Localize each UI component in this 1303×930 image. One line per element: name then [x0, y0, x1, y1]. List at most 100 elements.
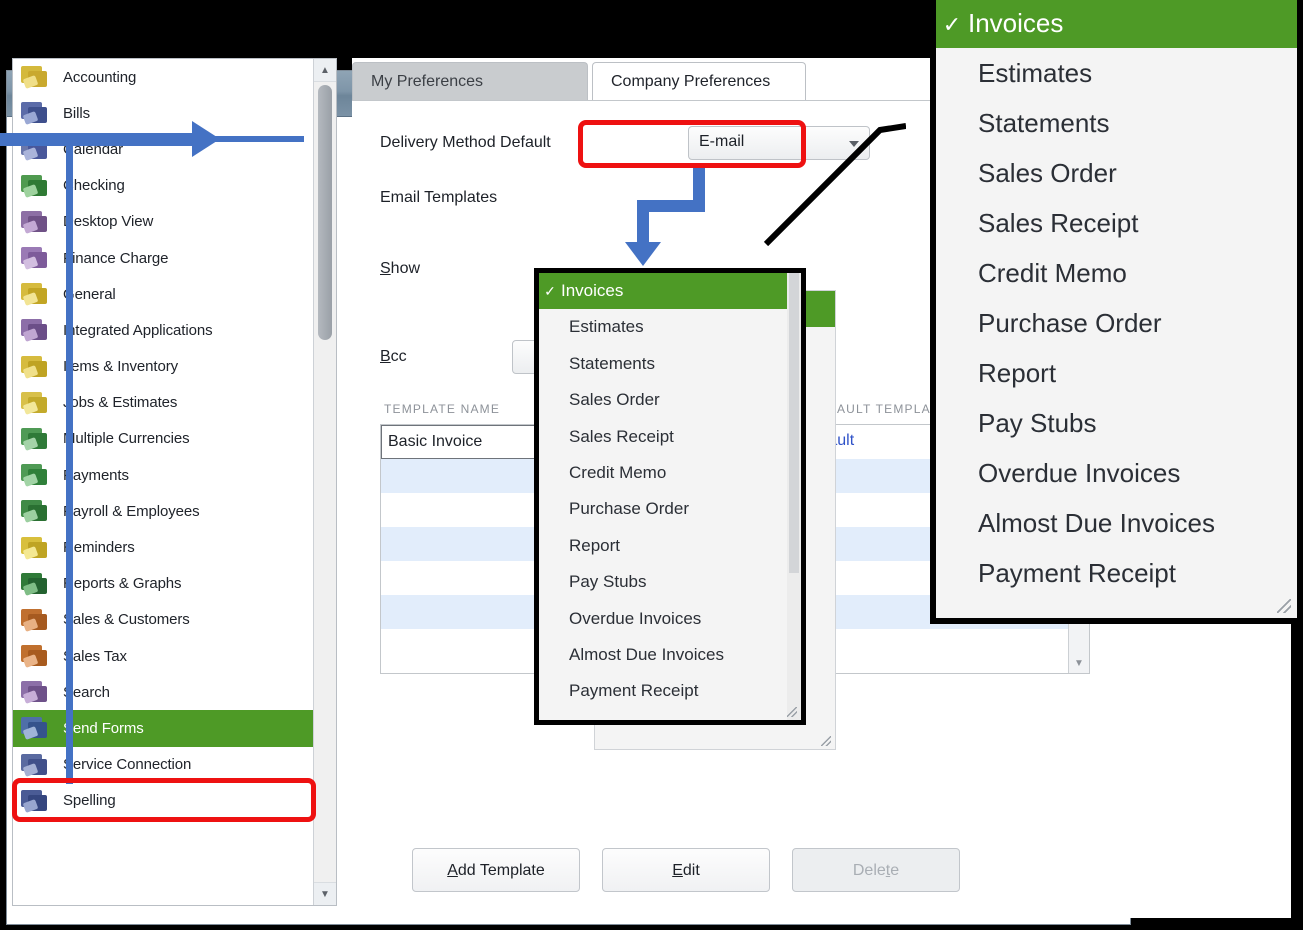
sidebar-accent-line: [66, 136, 73, 784]
dropdown-item-purchase-order[interactable]: Purchase Order: [539, 491, 801, 527]
templates-grid-scroll-down-icon[interactable]: ▼: [1069, 653, 1089, 673]
sidebar-item-label: Reminders: [63, 539, 135, 557]
delete-button[interactable]: Delete: [792, 848, 960, 892]
reports-graphs-icon: [19, 570, 51, 598]
sidebar-item-label: Service Connection: [63, 756, 192, 774]
jobs-estimates-icon: [19, 389, 51, 417]
sidebar-item-label: Integrated Applications: [63, 321, 213, 339]
payroll-employees-icon: [19, 497, 51, 525]
sidebar-scroll-down-icon[interactable]: ▼: [314, 882, 336, 905]
sidebar-item-label: Desktop View: [63, 213, 154, 231]
dropdown-magnified-item-statements[interactable]: Statements: [936, 98, 1297, 148]
dropdown-scroll-thumb[interactable]: [789, 273, 799, 573]
email-templates-dropdown[interactable]: ✓ Invoices Estimates Statements Sales Order S…: [534, 268, 806, 725]
dropdown-item-label: Invoices: [968, 8, 1064, 38]
dropdown-item-invoices[interactable]: ✓ Invoices: [539, 273, 801, 310]
show-label: Show: [380, 260, 421, 277]
dropdown-magnified-item-pay-stubs[interactable]: Pay Stubs: [936, 398, 1297, 448]
check-icon: ✓: [544, 283, 556, 299]
dropdown-item-estimates[interactable]: Estimates: [539, 309, 801, 345]
dropdown-item-almost-due-invoices[interactable]: Almost Due Invoices: [539, 637, 801, 673]
spelling-icon: [19, 787, 51, 815]
dropdown-item-overdue-invoices[interactable]: Overdue Invoices: [539, 601, 801, 637]
annotation-arrow-tab-shaft: [0, 133, 196, 146]
edit-button[interactable]: Edit: [602, 848, 770, 892]
finance-charge-icon: [19, 244, 51, 272]
dropdown-item-credit-memo[interactable]: Credit Memo: [539, 455, 801, 491]
dropdown-items: ✓ Invoices Estimates Statements Sales Order S…: [539, 273, 801, 710]
resize-grip-icon[interactable]: [821, 736, 831, 746]
sidebar-item-send-forms[interactable]: Send Forms: [13, 710, 336, 747]
dropdown-magnified-item-payment-receipt[interactable]: Payment Receipt: [936, 548, 1297, 598]
dropdown-magnified-item-credit-memo[interactable]: Credit Memo: [936, 248, 1297, 298]
desktop-view-icon: [19, 208, 51, 236]
add-template-button[interactable]: Add Template: [412, 848, 580, 892]
sidebar-item-search[interactable]: Search: [13, 674, 336, 710]
search-icon: [19, 678, 51, 706]
delivery-method-label: Delivery Method Default: [380, 134, 551, 151]
sidebar-item-accounting[interactable]: Accounting: [13, 59, 336, 95]
sidebar-item-reports-graphs[interactable]: Reports & Graphs: [13, 566, 336, 602]
email-templates-dropdown-magnified[interactable]: ✓ Invoices Estimates Statements Sales Order S…: [930, 0, 1303, 624]
sidebar-item-integrated-applications[interactable]: Integrated Applications: [13, 312, 336, 348]
sidebar-scroll-up-icon[interactable]: ▲: [314, 59, 336, 82]
sidebar-item-reminders[interactable]: Reminders: [13, 529, 336, 565]
sales-customers-icon: [19, 606, 51, 634]
tab-my-preferences-label: My Preferences: [371, 73, 484, 90]
annotation-arrow-menu-seg3: [637, 206, 649, 246]
sidebar-item-label: Bills: [63, 104, 91, 122]
bcc-label: Bcc: [380, 348, 407, 365]
action-buttons: Add Template Edit Delete: [412, 848, 960, 892]
dropdown-magnified-item-report[interactable]: Report: [936, 348, 1297, 398]
sidebar-item-checking[interactable]: Checking: [13, 168, 336, 204]
dropdown-item-label: Invoices: [561, 281, 624, 300]
sidebar-item-service-connection[interactable]: Service Connection: [13, 747, 336, 783]
chevron-down-icon: [849, 141, 859, 147]
dropdown-magnified-item-estimates[interactable]: Estimates: [936, 48, 1297, 98]
payments-icon: [19, 461, 51, 489]
sidebar-item-general[interactable]: General: [13, 276, 336, 312]
sidebar-item-multiple-currencies[interactable]: Multiple Currencies: [13, 421, 336, 457]
dropdown-magnified-item-purchase-order[interactable]: Purchase Order: [936, 298, 1297, 348]
checking-icon: [19, 172, 51, 200]
resize-grip-icon[interactable]: [787, 707, 797, 717]
sidebar-scroll-thumb[interactable]: [318, 85, 332, 340]
sidebar-item-desktop-view[interactable]: Desktop View: [13, 204, 336, 240]
dropdown-magnified-item-almost-due-invoices[interactable]: Almost Due Invoices: [936, 498, 1297, 548]
dropdown-magnified-item-invoices[interactable]: ✓ Invoices: [936, 0, 1297, 48]
dropdown-magnified-item-sales-receipt[interactable]: Sales Receipt: [936, 198, 1297, 248]
sidebar-item-items-inventory[interactable]: Items & Inventory: [13, 349, 336, 385]
dropdown-item-payment-receipt[interactable]: Payment Receipt: [539, 673, 801, 709]
tab-my-preferences[interactable]: My Preferences: [352, 62, 588, 100]
bills-icon: [19, 99, 51, 127]
resize-grip-icon[interactable]: [1277, 599, 1291, 613]
sidebar-item-payroll-employees[interactable]: Payroll & Employees: [13, 493, 336, 529]
sidebar-item-payments[interactable]: Payments: [13, 457, 336, 493]
send-forms-icon: [19, 714, 51, 742]
email-templates-label: Email Templates: [380, 189, 498, 206]
dropdown-scrollbar[interactable]: [787, 273, 801, 720]
dropdown-item-sales-order[interactable]: Sales Order: [539, 382, 801, 418]
sidebar-item-spelling[interactable]: Spelling: [13, 783, 336, 819]
dropdown-item-statements[interactable]: Statements: [539, 346, 801, 382]
sidebar-item-finance-charge[interactable]: Finance Charge: [13, 240, 336, 276]
preferences-sidebar[interactable]: Accounting Bills Calendar Checking Desktop V…: [12, 58, 337, 906]
dropdown-item-sales-receipt[interactable]: Sales Receipt: [539, 419, 801, 455]
sidebar-item-jobs-estimates[interactable]: Jobs & Estimates: [13, 385, 336, 421]
tab-company-preferences[interactable]: Company Preferences: [592, 62, 806, 100]
dropdown-item-report[interactable]: Report: [539, 528, 801, 564]
sidebar-item-bills[interactable]: Bills: [13, 95, 336, 131]
dropdown-item-pay-stubs[interactable]: Pay Stubs: [539, 564, 801, 600]
dropdown-magnified-item-sales-order[interactable]: Sales Order: [936, 148, 1297, 198]
sidebar-item-sales-customers[interactable]: Sales & Customers: [13, 602, 336, 638]
general-icon: [19, 280, 51, 308]
dropdown-magnified-item-overdue-invoices[interactable]: Overdue Invoices: [936, 448, 1297, 498]
sidebar-item-sales-tax[interactable]: Sales Tax: [13, 638, 336, 674]
delivery-method-select[interactable]: E-mail: [688, 126, 870, 160]
annotation-arrow-menu-head-icon: [625, 242, 661, 266]
sidebar-item-label: Sales & Customers: [63, 611, 190, 629]
tab-company-preferences-label: Company Preferences: [611, 73, 771, 90]
reminders-icon: [19, 534, 51, 562]
sidebar-item-label: Multiple Currencies: [63, 430, 190, 448]
sidebar-scrollbar[interactable]: ▲ ▼: [313, 59, 336, 905]
